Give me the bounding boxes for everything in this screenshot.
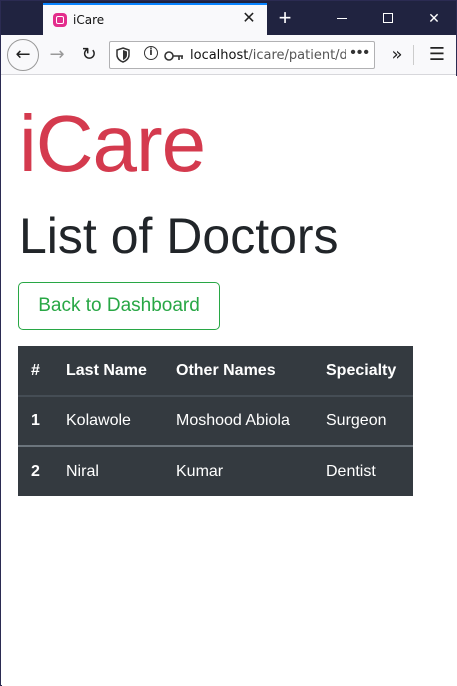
page-content: iCare List of Doctors Back to Dashboard … <box>2 76 457 686</box>
table-header: # Last Name Other Names Specialty <box>18 346 413 397</box>
minimize-button[interactable] <box>319 1 365 35</box>
tab-close-icon[interactable]: ✕ <box>239 9 259 29</box>
tab-title: iCare <box>73 13 105 27</box>
browser-tab[interactable]: iCare ✕ <box>43 3 267 35</box>
page-title: List of Doctors <box>19 208 339 264</box>
doctors-table: # Last Name Other Names Specialty 1 Kola… <box>18 346 413 496</box>
minimize-icon <box>337 18 347 19</box>
back-to-dashboard-button[interactable]: Back to Dashboard <box>18 282 220 330</box>
cell-specialty: Surgeon <box>313 395 413 446</box>
table-body: 1 Kolawole Moshood Abiola Surgeon 2 Nira… <box>18 395 413 496</box>
shield-icon[interactable] <box>116 47 130 63</box>
column-header-specialty: Specialty <box>313 346 413 397</box>
key-icon[interactable] <box>164 49 184 63</box>
address-bar[interactable]: i localhost/icare/patient/do ••• <box>109 41 375 69</box>
cell-last-name: Kolawole <box>53 395 163 446</box>
toolbar-divider <box>413 45 414 65</box>
reload-button[interactable]: ↻ <box>73 39 105 71</box>
hamburger-menu-icon[interactable]: ☰ <box>421 39 453 71</box>
column-header-other-names: Other Names <box>163 346 313 397</box>
forward-button[interactable]: → <box>41 39 73 71</box>
url-path: /icare/patient/do <box>248 48 356 63</box>
cell-other-names: Moshood Abiola <box>163 395 313 446</box>
new-tab-button[interactable]: + <box>271 4 299 32</box>
maximize-icon <box>383 13 393 23</box>
column-header-last-name: Last Name <box>53 346 163 397</box>
table-header-row: # Last Name Other Names Specialty <box>18 346 413 397</box>
navigation-bar: ← → ↻ i localhost/icare/patient/do ••• »… <box>1 35 456 75</box>
browser-window: iCare ✕ + ✕ ← → ↻ i localhost/icare/pati… <box>0 0 457 686</box>
cell-other-names: Kumar <box>163 445 313 496</box>
overflow-chevron-icon[interactable]: » <box>381 39 413 71</box>
maximize-button[interactable] <box>365 1 411 35</box>
window-close-button[interactable]: ✕ <box>411 1 457 35</box>
url-host: localhost <box>190 48 249 63</box>
brand-logo-text: iCare <box>19 99 206 188</box>
url-text[interactable]: localhost/icare/patient/do <box>190 48 356 63</box>
table-row: 2 Niral Kumar Dentist <box>18 445 413 496</box>
column-header-index: # <box>18 346 53 397</box>
title-bar: iCare ✕ + ✕ <box>1 1 456 35</box>
table-row: 1 Kolawole Moshood Abiola Surgeon <box>18 395 413 446</box>
back-button[interactable]: ← <box>7 39 39 71</box>
row-index: 2 <box>18 445 53 496</box>
info-icon[interactable]: i <box>144 46 158 60</box>
page-actions-icon[interactable]: ••• <box>346 44 370 62</box>
cell-last-name: Niral <box>53 445 163 496</box>
cell-specialty: Dentist <box>313 445 413 496</box>
row-index: 1 <box>18 395 53 446</box>
app-favicon-icon <box>53 13 67 27</box>
